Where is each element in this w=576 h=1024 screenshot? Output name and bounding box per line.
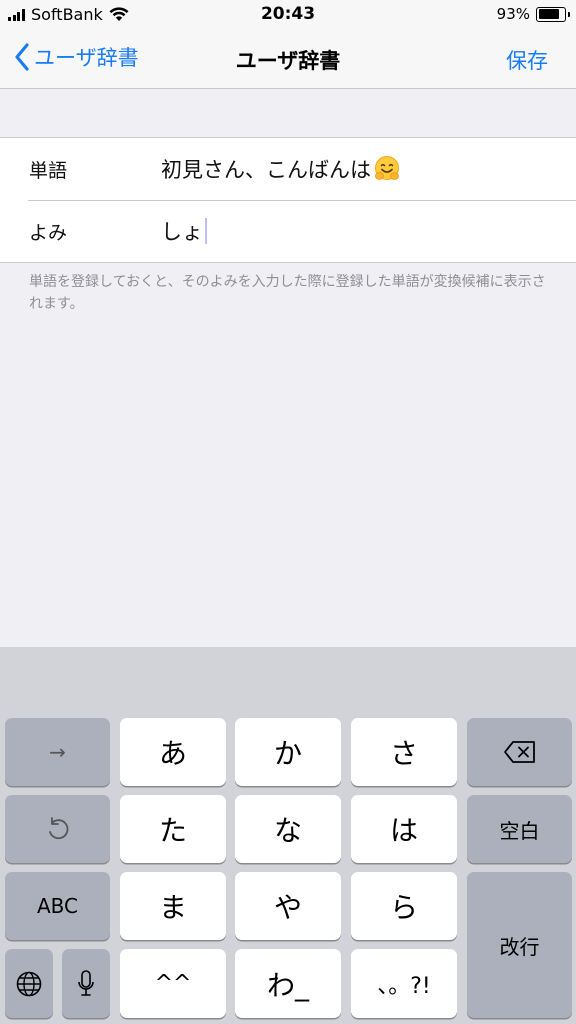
key-sa[interactable]: さ xyxy=(351,718,457,786)
word-value: 初見さん、こんばんは xyxy=(161,158,371,182)
next-candidate-key[interactable]: → xyxy=(5,718,110,786)
delete-icon xyxy=(503,741,535,763)
navigation-bar: ユーザ辞書 ユーザ辞書 保存 xyxy=(0,30,576,89)
text-cursor xyxy=(205,218,207,244)
dictionary-form: 単語 初見さん、こんばんは よみ しょ xyxy=(0,137,576,263)
hugging-face-emoji-icon xyxy=(375,156,399,180)
reading-value: しょ xyxy=(161,220,203,244)
status-right: 93% xyxy=(496,5,570,23)
key-punctuation[interactable]: 、。?! xyxy=(351,949,457,1018)
status-bar: SoftBank 20:43 93% xyxy=(0,0,576,30)
globe-key[interactable] xyxy=(5,949,53,1018)
status-time: 20:43 xyxy=(260,4,316,24)
abc-key[interactable]: ABC xyxy=(5,872,110,940)
word-row[interactable]: 単語 初見さん、こんばんは xyxy=(0,138,576,200)
battery-percent: 93% xyxy=(496,5,530,23)
space-key[interactable]: 空白 xyxy=(467,795,572,863)
return-key[interactable]: 改行 xyxy=(467,872,572,1018)
microphone-icon xyxy=(78,969,94,996)
key-emoticon[interactable]: ^^ xyxy=(120,949,226,1018)
battery-fill xyxy=(538,9,559,19)
key-ka[interactable]: か xyxy=(235,718,341,786)
key-a[interactable]: あ xyxy=(120,718,226,786)
reading-field[interactable]: しょ xyxy=(161,216,207,246)
page-title: ユーザ辞書 xyxy=(235,49,341,73)
battery-icon xyxy=(536,6,570,22)
word-label: 単語 xyxy=(29,160,68,182)
user-dictionary-screen: SoftBank 20:43 93% ユーザ辞書 ユーザ辞書 保存 単語 初見さ… xyxy=(0,0,576,1024)
save-button[interactable]: 保存 xyxy=(506,45,548,75)
undo-icon xyxy=(48,817,68,840)
help-text: 単語を登録しておくと、そのよみを入力した際に登録した単語が変換候補に表示されます… xyxy=(29,274,546,312)
reading-label: よみ xyxy=(29,222,68,244)
key-ta[interactable]: た xyxy=(120,795,226,863)
key-ra[interactable]: ら xyxy=(351,872,457,940)
key-ha[interactable]: は xyxy=(351,795,457,863)
microphone-key[interactable] xyxy=(62,949,110,1018)
key-wa[interactable]: わ_ xyxy=(235,949,341,1018)
word-field[interactable]: 初見さん、こんばんは xyxy=(161,154,401,184)
delete-key[interactable] xyxy=(467,718,572,786)
undo-key[interactable] xyxy=(5,795,110,863)
key-ma[interactable]: ま xyxy=(120,872,226,940)
globe-icon xyxy=(16,971,42,996)
kana-keyboard: → あ か さ た な は 空白 ABC ま や ら 改行 ^^ わ_ 、。?! xyxy=(0,647,576,1024)
key-ya[interactable]: や xyxy=(235,872,341,940)
key-na[interactable]: な xyxy=(235,795,341,863)
reading-row[interactable]: よみ しょ xyxy=(0,200,576,262)
